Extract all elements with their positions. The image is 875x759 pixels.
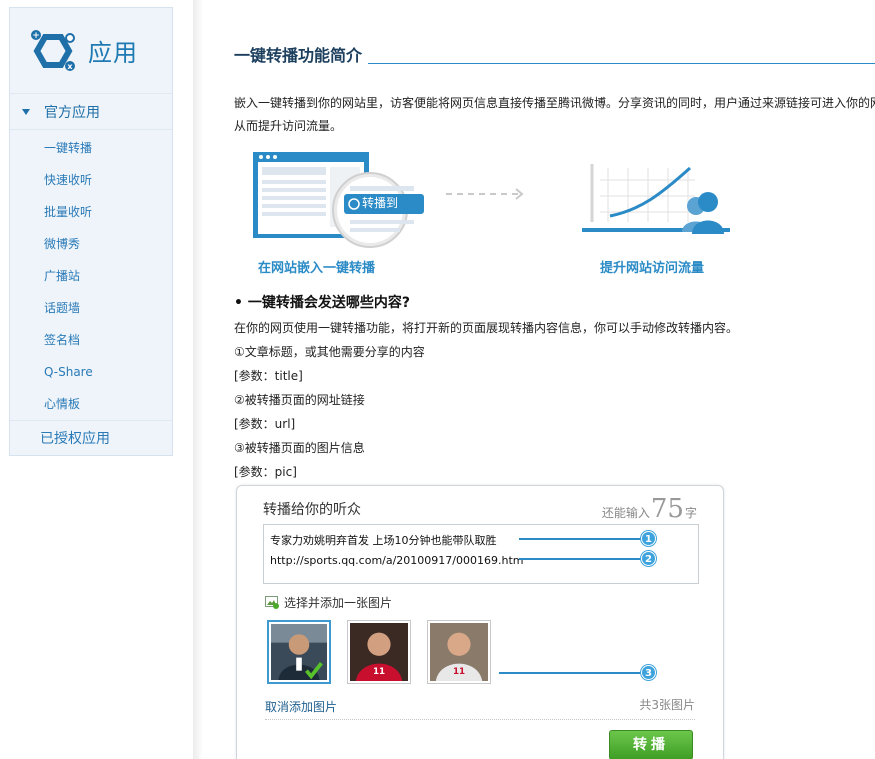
caption-embed: 在网站嵌入一键转播 xyxy=(258,261,376,276)
apps-logo-icon: + x xyxy=(31,29,75,71)
share-text-url: http://sports.qq.com/a/20100917/000169.h… xyxy=(270,554,524,567)
pointer-line-3 xyxy=(499,672,641,674)
sidebar-item-broadcast-station[interactable]: 广播站 xyxy=(10,260,172,292)
svg-text:x: x xyxy=(67,62,73,71)
share-submit-button[interactable]: 转播 xyxy=(609,730,693,759)
image-add-icon xyxy=(265,596,279,609)
badge-2: 2 xyxy=(641,551,656,566)
svg-text:+: + xyxy=(32,31,40,41)
page-title-row: 一键转播功能简介 xyxy=(234,42,875,66)
pointer-line-2 xyxy=(519,558,641,560)
param-item: [参数：pic] xyxy=(234,465,297,479)
sidebar-item-topic-wall[interactable]: 话题墙 xyxy=(10,292,172,324)
param-item: [参数：url] xyxy=(234,417,296,431)
param-item: ③被转播页面的图片信息 xyxy=(234,441,365,455)
add-image-label: 选择并添加一张图片 xyxy=(284,596,393,610)
image-thumbnail-1[interactable] xyxy=(267,620,331,684)
sidebar: + x 应用 官方应用 一键转播 快速收听 批量收听 微博秀 广播站 话题墙 签… xyxy=(9,7,173,456)
arrow-icon xyxy=(446,188,524,200)
svg-text:11: 11 xyxy=(373,667,385,677)
divider-shadow xyxy=(193,0,203,759)
param-item: [参数：title] xyxy=(234,369,303,383)
char-counter-prefix: 还能输入 xyxy=(601,506,650,520)
pointer-line-1 xyxy=(519,538,641,540)
svg-text:11: 11 xyxy=(453,667,465,677)
title-underline xyxy=(368,63,875,64)
share-to-button-sample: 转播到 xyxy=(362,196,399,210)
player-photo-1 xyxy=(271,624,327,680)
image-thumbnail-3[interactable]: 11 xyxy=(427,620,491,684)
sidebar-header: + x 应用 xyxy=(10,8,172,94)
sidebar-item-q-share[interactable]: Q-Share xyxy=(10,356,172,388)
sidebar-group-official[interactable]: 官方应用 xyxy=(10,94,172,130)
badge-1: 1 xyxy=(641,531,656,546)
add-image-link[interactable]: 选择并添加一张图片 xyxy=(265,594,392,611)
share-panel-heading: 转播给你的听众 xyxy=(263,502,361,518)
char-counter: 还能输入 75 字 xyxy=(602,494,697,524)
section-intro: 在你的网页使用一键转播功能，将打开新的页面展现转播内容信息，你可以手动修改转播内… xyxy=(234,321,739,335)
sidebar-title: 应用 xyxy=(88,39,138,67)
sidebar-item-one-click-share[interactable]: 一键转播 xyxy=(10,132,172,164)
section-heading: • 一键转播会发送哪些内容? xyxy=(234,295,410,311)
sidebar-item-authorized-apps[interactable]: 已授权应用 xyxy=(10,420,172,458)
intro-line-2: 从而提升访问流量。 xyxy=(234,119,343,133)
intro-line-1: 嵌入一键转播到你的网站里，访客便能将网页信息直接传播至腾讯微博。分享资讯的同时，… xyxy=(234,96,875,110)
image-thumbnail-2[interactable]: 11 xyxy=(347,620,411,684)
traffic-growth-chart-icon xyxy=(582,164,730,234)
sidebar-items: 一键转播 快速收听 批量收听 微博秀 广播站 话题墙 签名档 Q-Share 心… xyxy=(10,130,172,420)
player-photo-2: 11 xyxy=(350,623,408,681)
share-panel-preview: 转播给你的听众 还能输入 75 字 专家力劝姚明弃首发 上场10分钟也能带队取胜… xyxy=(236,485,724,759)
player-photo-3: 11 xyxy=(430,623,488,681)
sidebar-item-mood-board[interactable]: 心情板 xyxy=(10,388,172,420)
sidebar-item-signature[interactable]: 签名档 xyxy=(10,324,172,356)
param-item: ②被转播页面的网址链接 xyxy=(234,393,365,407)
panel-divider xyxy=(265,719,695,720)
website-embed-illustration xyxy=(253,152,424,248)
param-item: ①文章标题，或其他需要分享的内容 xyxy=(234,345,425,359)
feature-illustration: 转播到 在网站嵌入一键转播 提升网站访问流量 xyxy=(234,150,875,280)
badge-3: 3 xyxy=(641,665,656,680)
sidebar-item-quick-follow[interactable]: 快速收听 xyxy=(10,164,172,196)
caption-traffic: 提升网站访问流量 xyxy=(600,261,705,276)
main-content: 一键转播功能简介 嵌入一键转播到你的网站里，访客便能将网页信息直接传播至腾讯微博… xyxy=(234,0,875,759)
char-counter-value: 75 xyxy=(650,494,684,524)
param-list: 在你的网页使用一键转播功能，将打开新的页面展现转播内容信息，你可以手动修改转播内… xyxy=(234,316,738,484)
sidebar-group-label: 官方应用 xyxy=(44,104,100,121)
cancel-image-link[interactable]: 取消添加图片 xyxy=(265,698,337,715)
collapse-triangle-icon xyxy=(22,108,30,115)
share-text-title: 专家力劝姚明弃首发 上场10分钟也能带队取胜 xyxy=(270,534,497,547)
intro-paragraph: 嵌入一键转播到你的网站里，访客便能将网页信息直接传播至腾讯微博。分享资讯的同时，… xyxy=(234,92,875,138)
sidebar-item-weibo-show[interactable]: 微博秀 xyxy=(10,228,172,260)
image-total-count: 共3张图片 xyxy=(639,698,695,712)
sidebar-item-batch-follow[interactable]: 批量收听 xyxy=(10,196,172,228)
share-text-area[interactable]: 专家力劝姚明弃首发 上场10分钟也能带队取胜 http://sports.qq.… xyxy=(263,524,699,584)
page-title: 一键转播功能简介 xyxy=(234,46,363,65)
char-counter-suffix: 字 xyxy=(684,506,697,520)
